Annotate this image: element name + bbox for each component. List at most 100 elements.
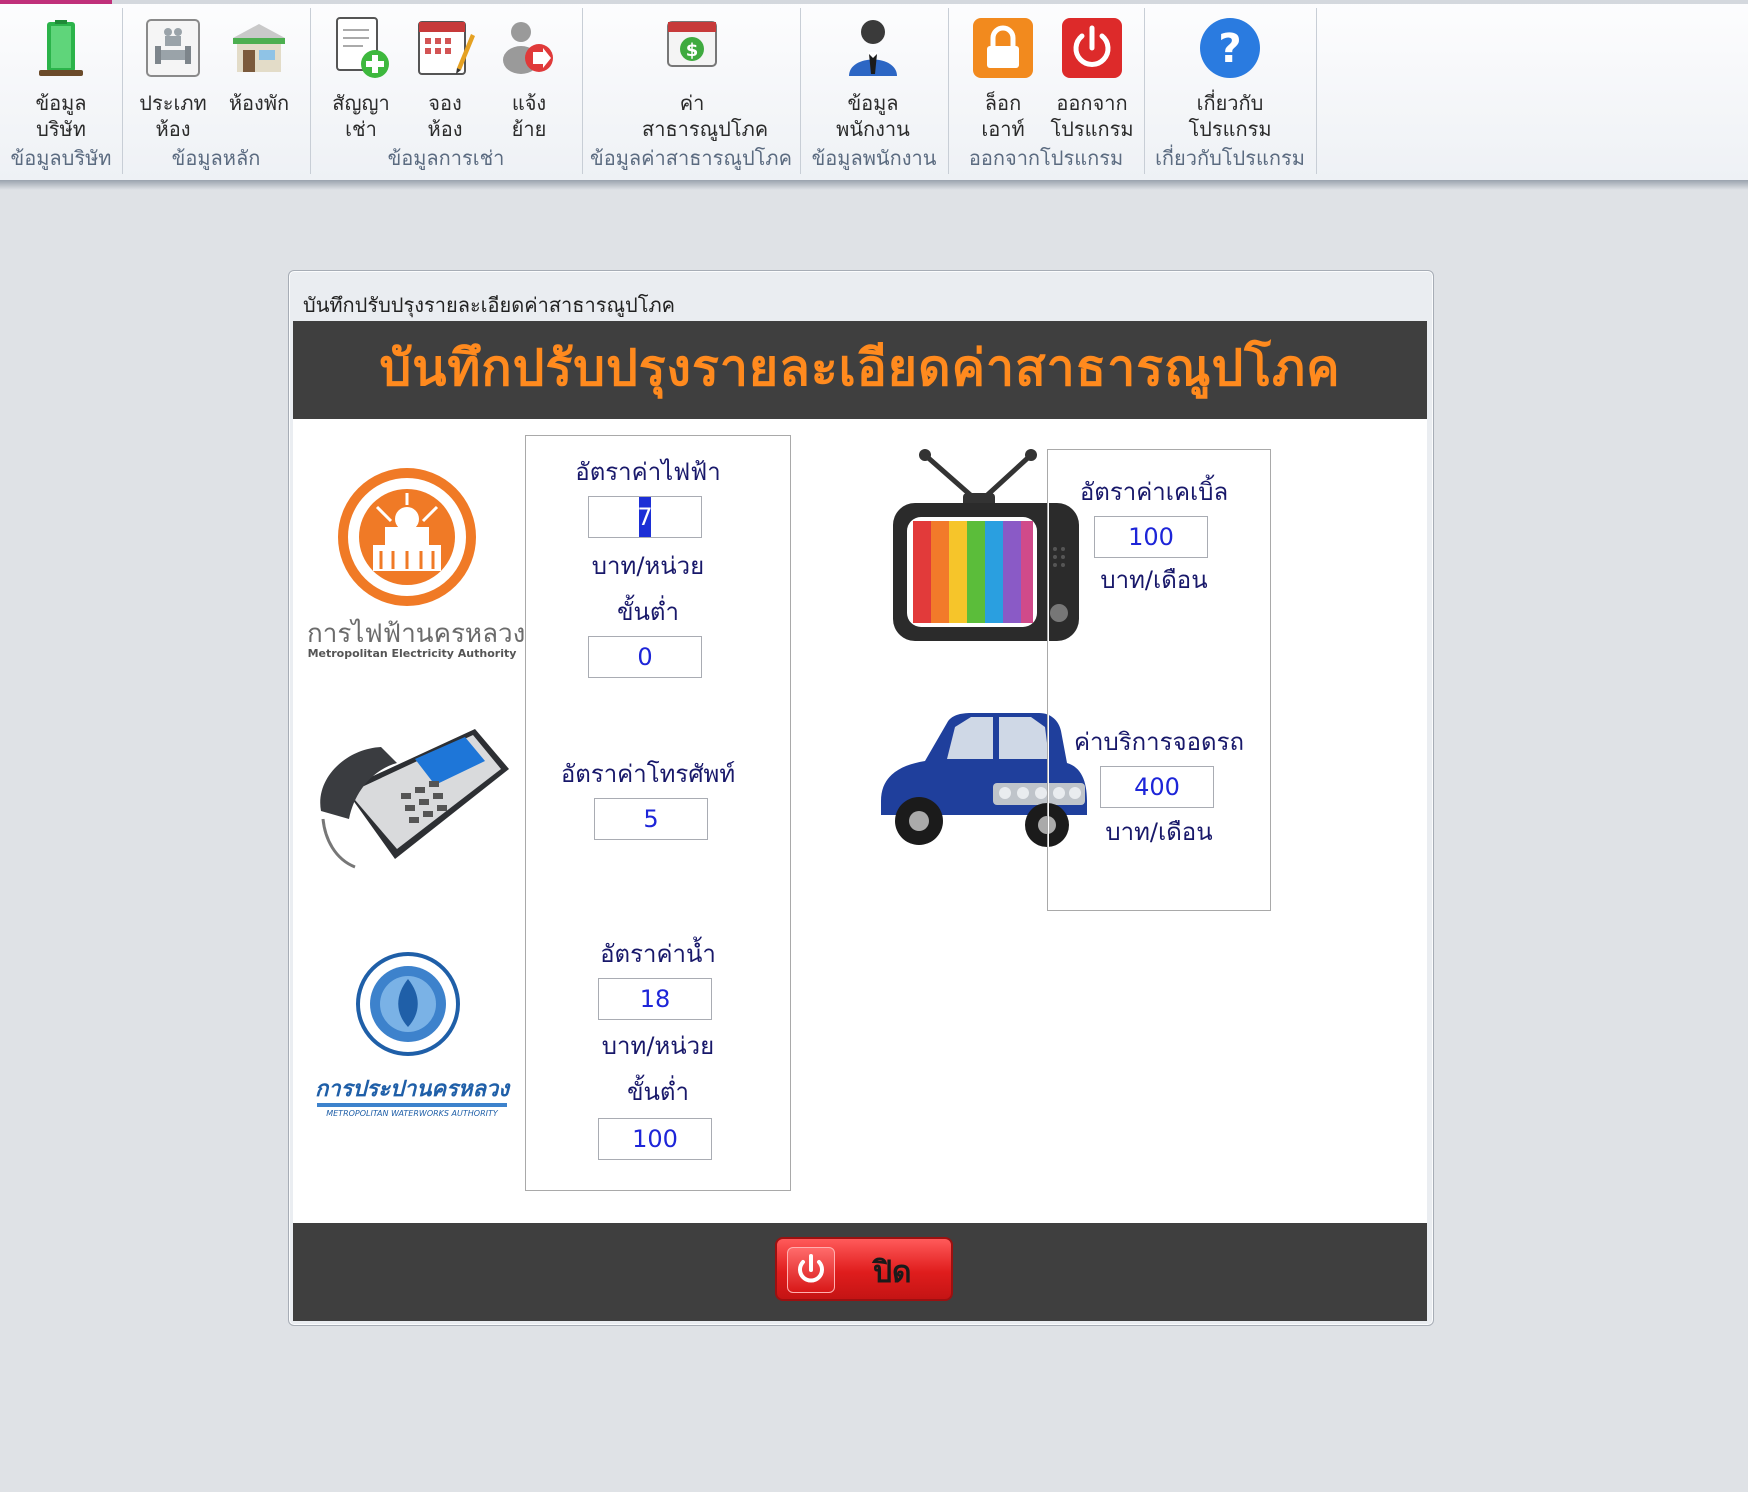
phone-rate-input[interactable]	[594, 798, 708, 840]
mwa-underline	[317, 1103, 507, 1107]
calendar-booking-icon	[413, 16, 477, 80]
ribbon-label: ห้อง	[427, 117, 463, 141]
ribbon-group-rental: สัญญา เช่า จอง ห้อง แจ้ง ย้าย ข้อมูลการเช่า	[312, 6, 580, 176]
about-program-button[interactable]: ? เกี่ยวกับ โปรแกรม	[1180, 10, 1280, 142]
group-divider	[800, 8, 801, 174]
power-icon	[787, 1247, 835, 1293]
phone-rate-label: อัตราค่าโทรศัพท์	[560, 760, 736, 788]
cable-rate-label: อัตราค่าเคเบิ้ล	[1079, 478, 1229, 506]
ribbon-top-strip	[0, 0, 1748, 4]
group-caption: ข้อมูลบริษัท	[10, 146, 112, 170]
exit-program-button[interactable]: ออกจาก โปรแกรม	[1044, 10, 1140, 142]
header-band: บันทึกปรับปรุงรายละเอียดค่าสาธารณูปโภค	[293, 321, 1427, 419]
close-button-label: ปิด	[873, 1255, 912, 1290]
building-icon	[29, 16, 93, 80]
group-caption: ข้อมูลการเช่า	[387, 146, 505, 170]
svg-text:$: $	[686, 40, 699, 61]
electricity-unit-label: บาท/หน่วย	[591, 552, 705, 580]
group-divider	[582, 8, 583, 174]
bill-dollar-icon: $	[660, 16, 724, 80]
ribbon-label: เอาท์	[981, 117, 1025, 141]
ribbon-label: บริษัท	[36, 117, 86, 141]
logout-button[interactable]: ล็อก เอาท์	[958, 10, 1048, 142]
ribbon-label: เกี่ยวกับ	[1196, 91, 1264, 115]
water-rate-input[interactable]	[598, 978, 712, 1020]
group-caption: ข้อมูลค่าสาธารณูปโภค	[590, 146, 792, 170]
close-button[interactable]: ปิด	[775, 1237, 953, 1301]
ribbon-label: ประเภท	[139, 91, 207, 115]
ribbon-label: ข้อมูล	[847, 91, 899, 115]
parking-fee-label: ค่าบริการจอดรถ	[1073, 728, 1245, 756]
page-title: บันทึกปรับปรุงรายละเอียดค่าสาธารณูปโภค	[379, 339, 1341, 397]
lock-icon	[971, 16, 1035, 80]
book-room-button[interactable]: จอง ห้อง	[400, 10, 490, 142]
cable-rate-input[interactable]	[1094, 516, 1208, 558]
group-divider	[122, 8, 123, 174]
water-min-input[interactable]	[598, 1118, 712, 1160]
ribbon-toolbar: ข้อมูล บริษัท ข้อมูลบริษัท ประเภท ห้อง ห้อ…	[0, 0, 1748, 181]
electricity-min-label: ขั้นต่ำ	[617, 598, 679, 626]
rates-panel: อัตราค่าไฟฟ้า บาท/หน่วย ขั้นต่ำ อัตราค่า…	[525, 435, 791, 1191]
active-tab-accent	[0, 0, 112, 4]
svg-text:?: ?	[1218, 26, 1241, 72]
company-info-button[interactable]: ข้อมูล บริษัท	[16, 10, 106, 142]
utilities-dialog: บันทึกปรับปรุงรายละเอียดค่าสาธารณูปโภค บ…	[288, 270, 1434, 1326]
ribbon-label: พนักงาน	[836, 117, 910, 141]
person-move-icon	[497, 16, 561, 80]
ribbon-shadow	[0, 180, 1748, 190]
notify-move-button[interactable]: แจ้ง ย้าย	[484, 10, 574, 142]
group-caption: ออกจากโปรแกรม	[968, 146, 1124, 170]
group-divider	[1316, 8, 1317, 174]
ribbon-group-about: ? เกี่ยวกับ โปรแกรม เกี่ยวกับโปรแกรม	[1146, 6, 1314, 176]
mwa-name-en: METROPOLITAN WATERWORKS AUTHORITY	[326, 1109, 498, 1118]
ribbon-label: แจ้ง	[511, 91, 547, 115]
dialog-body: บันทึกปรับปรุงรายละเอียดค่าสาธารณูปโภค ก…	[293, 321, 1427, 1321]
ribbon-label: สาธารณูปโภค	[642, 117, 769, 141]
phone-image	[305, 719, 511, 889]
room-type-icon	[141, 16, 205, 80]
ribbon-label: ห้อง	[155, 117, 191, 141]
cable-unit-label: บาท/เดือน	[1100, 566, 1208, 594]
employee-icon	[841, 16, 905, 80]
utilities-button[interactable]: $ ค่า สาธารณูปโภค	[642, 10, 769, 142]
help-icon: ?	[1198, 16, 1262, 80]
rooms-button[interactable]: ห้องพัก	[214, 10, 304, 116]
ribbon-label: ข้อมูล	[35, 91, 87, 115]
mwa-logo	[355, 951, 465, 1061]
parking-unit-label: บาท/เดือน	[1105, 818, 1213, 846]
mea-name-en: Metropolitan Electricity Authority	[307, 647, 517, 660]
water-min-label: ขั้นต่ำ	[627, 1078, 689, 1106]
footer-band: ปิด	[293, 1223, 1427, 1321]
water-unit-label: บาท/หน่วย	[601, 1032, 715, 1060]
rental-contract-button[interactable]: สัญญา เช่า	[316, 10, 406, 142]
electricity-min-input[interactable]	[588, 636, 702, 678]
telephone-icon	[320, 729, 509, 869]
electricity-rate-input[interactable]	[588, 496, 702, 538]
services-panel: อัตราค่าเคเบิ้ล บาท/เดือน ค่าบริการจอดรถ…	[1047, 449, 1271, 911]
ribbon-group-exit: ล็อก เอาท์ ออกจาก โปรแกรม ออกจากโปรแกรม	[950, 6, 1142, 176]
ribbon-label: ล็อก	[984, 91, 1022, 115]
mwa-seal-icon	[356, 952, 460, 1056]
employee-info-button[interactable]: ข้อมูล พนักงาน	[828, 10, 918, 142]
ribbon-label: สัญญา	[332, 91, 390, 115]
ribbon-label: ออกจาก	[1056, 91, 1128, 115]
ribbon-group-master: ประเภท ห้อง ห้องพัก ข้อมูลหลัก	[124, 6, 308, 176]
water-rate-label: อัตราค่าน้ำ	[600, 940, 716, 968]
ribbon-label: ค่า	[679, 91, 705, 115]
dialog-window-title: บันทึกปรับปรุงรายละเอียดค่าสาธารณูปโภค	[303, 293, 676, 317]
group-divider	[948, 8, 949, 174]
group-divider	[1144, 8, 1145, 174]
room-type-button[interactable]: ประเภท ห้อง	[128, 10, 218, 142]
power-icon	[1060, 16, 1124, 80]
mea-logo	[337, 467, 487, 617]
ribbon-label: โปรแกรม	[1188, 117, 1272, 141]
parking-fee-input[interactable]	[1100, 766, 1214, 808]
mwa-name-th: การประปานครหลวง	[314, 1077, 510, 1102]
group-caption: เกี่ยวกับโปรแกรม	[1155, 146, 1305, 170]
ribbon-label: โปรแกรม	[1050, 117, 1134, 141]
ribbon-label: ห้องพัก	[228, 91, 290, 115]
store-icon	[227, 16, 291, 80]
ribbon-group-utilities: $ ค่า สาธารณูปโภค ข้อมูลค่าสาธารณูปโภค	[584, 6, 798, 176]
group-caption: ข้อมูลพนักงาน	[811, 146, 937, 170]
ribbon-label: ย้าย	[511, 117, 547, 141]
